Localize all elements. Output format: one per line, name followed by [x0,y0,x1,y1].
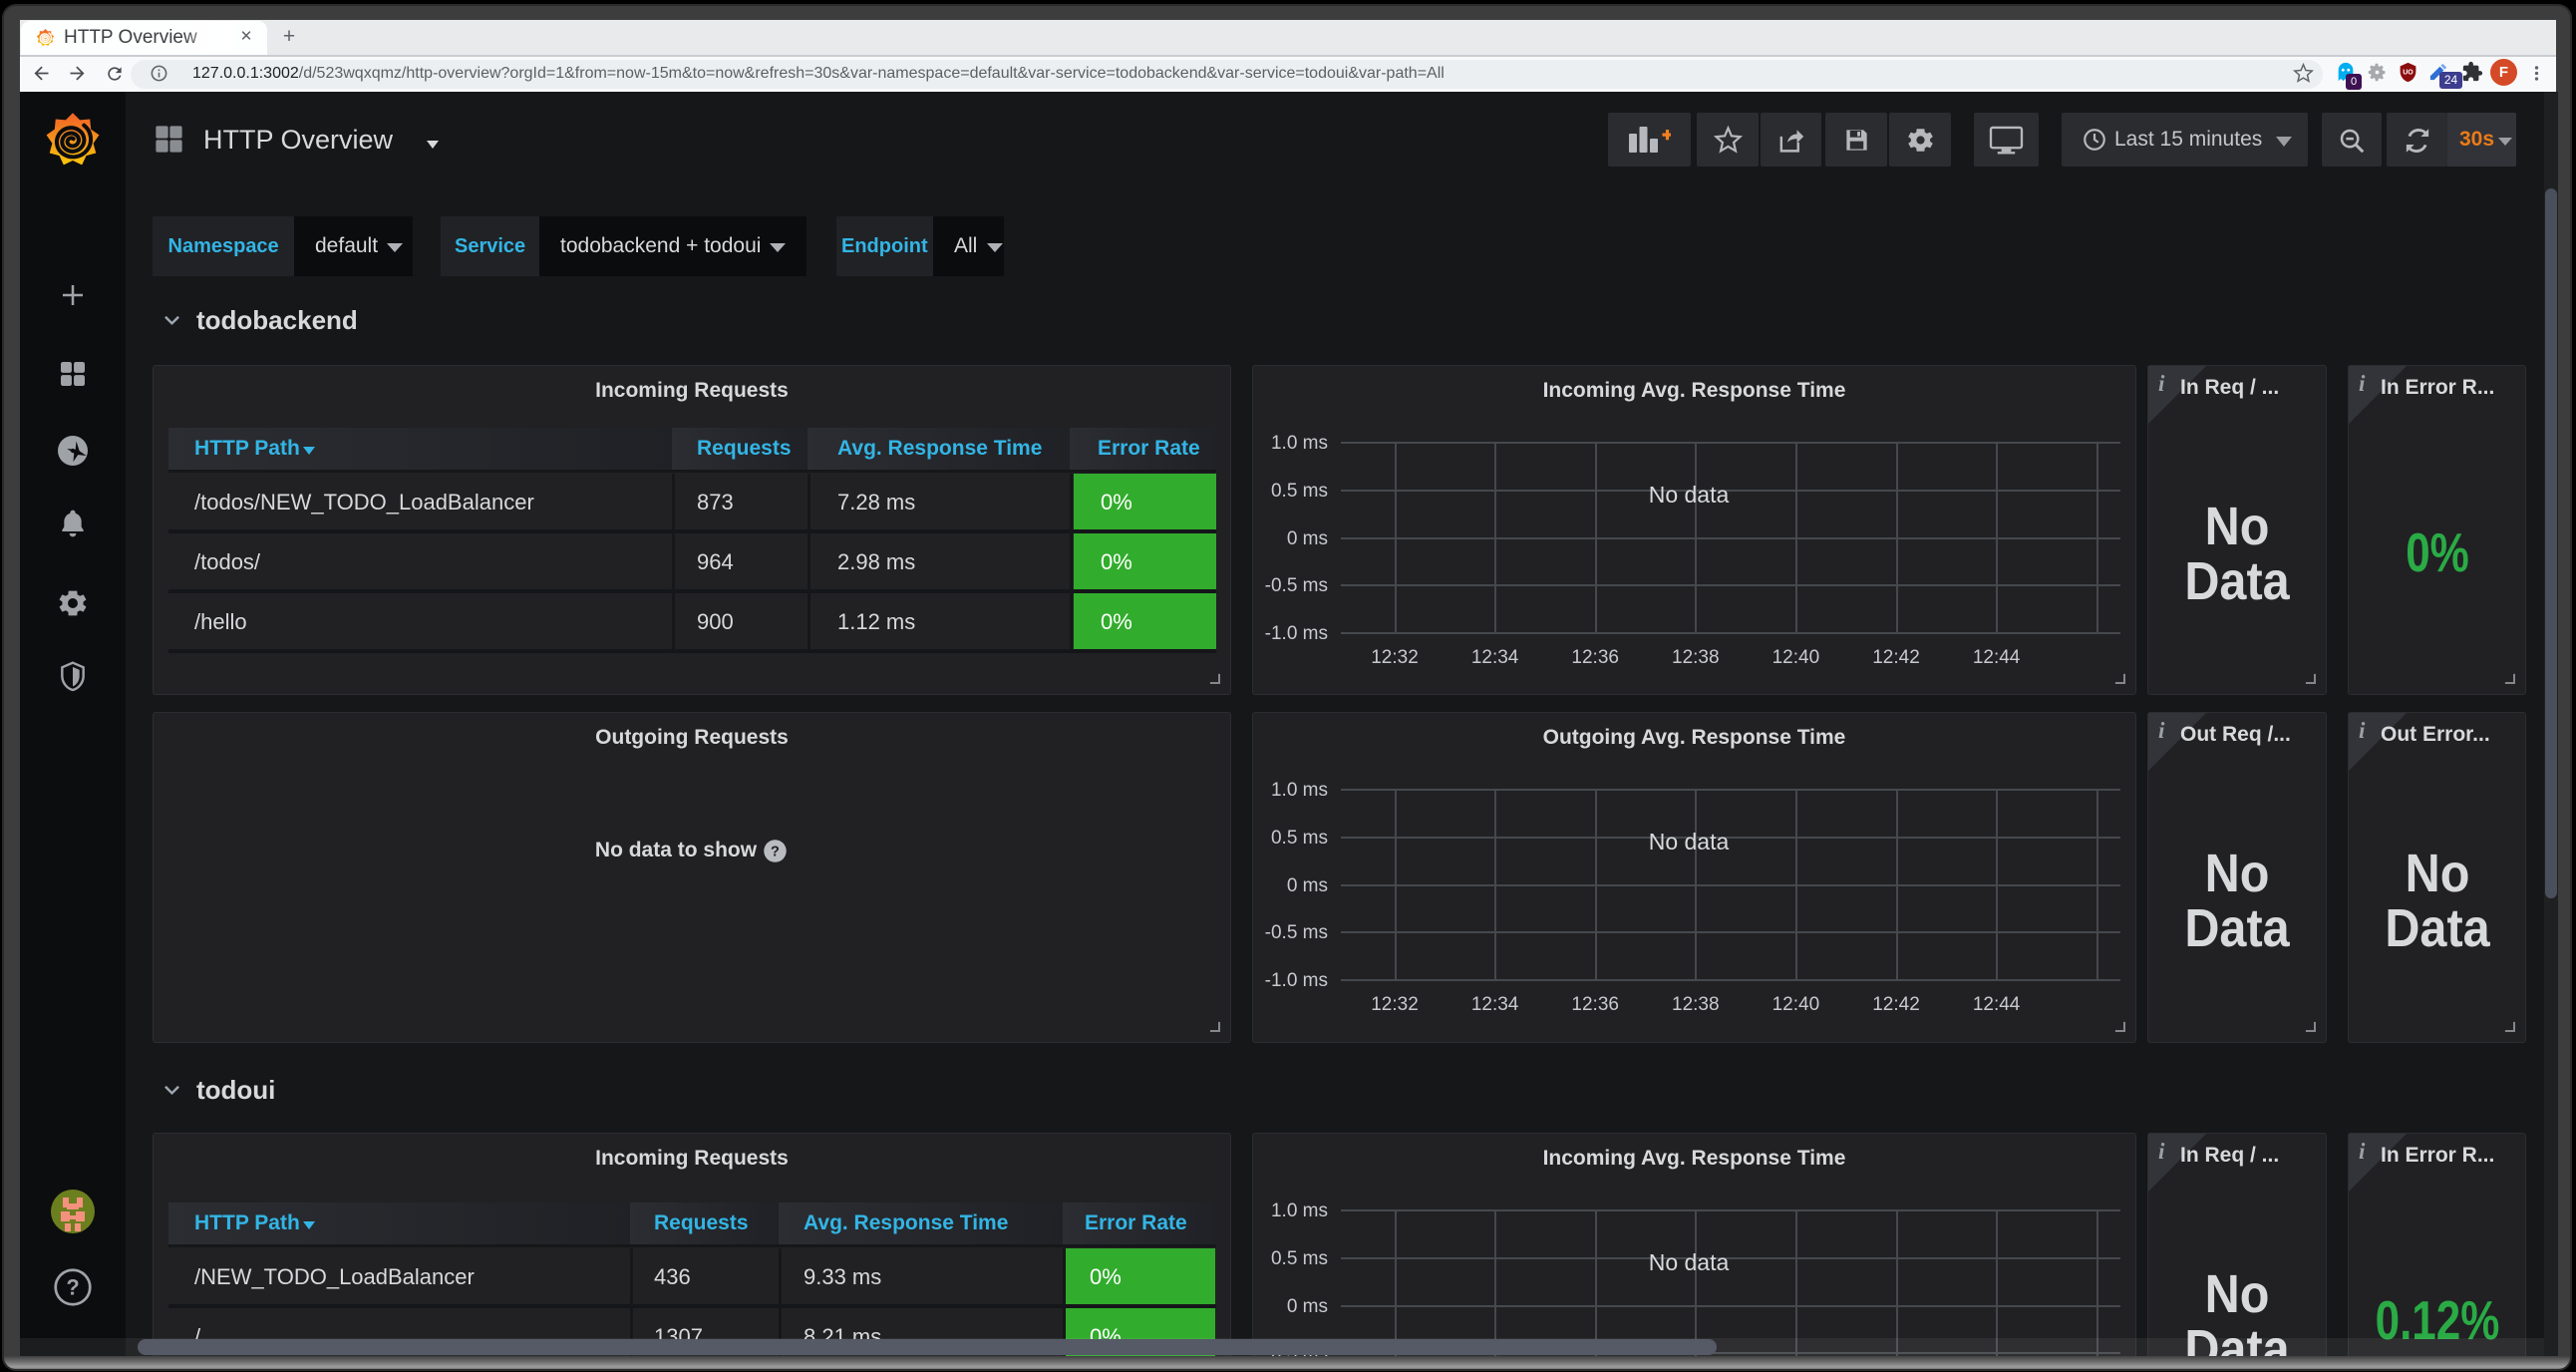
svg-text:UO: UO [2403,70,2414,77]
svg-text:?: ? [66,1274,79,1299]
svg-text:?: ? [771,845,780,860]
